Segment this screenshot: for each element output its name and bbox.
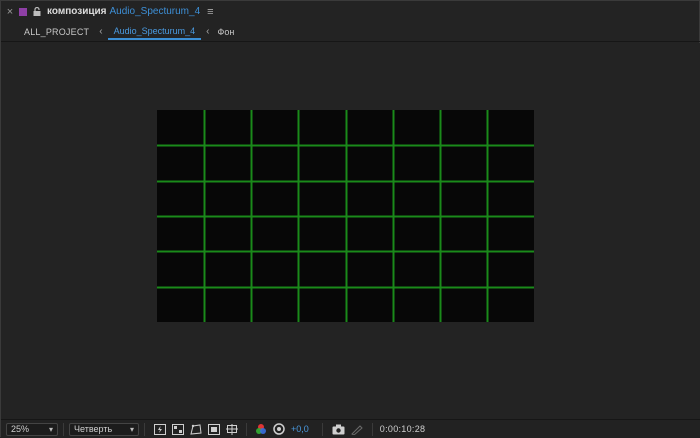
lock-icon[interactable]: [33, 7, 41, 16]
toolbar-divider: [63, 422, 64, 436]
panel-title-label: композиция: [47, 6, 107, 17]
color-channels-icon[interactable]: [254, 422, 268, 436]
resolution-value: Четверть: [74, 424, 113, 434]
transparency-grid-icon[interactable]: [171, 422, 185, 436]
toolbar-divider: [144, 422, 145, 436]
label-color-swatch[interactable]: [19, 7, 27, 16]
zoom-dropdown[interactable]: 25% ▾: [6, 422, 58, 436]
fast-preview-icon[interactable]: [153, 422, 167, 436]
grid-guides-icon[interactable]: [225, 422, 239, 436]
close-icon[interactable]: ×: [1, 6, 19, 18]
toolbar-divider: [371, 422, 373, 436]
chevron-left-icon: ‹: [206, 26, 210, 37]
toolbar-divider: [321, 422, 323, 436]
composition-panel: × композиция Audio_Specturum_4 ≡ ALL_PRO…: [0, 0, 700, 438]
panel-header: × композиция Audio_Specturum_4 ≡: [1, 1, 700, 22]
exposure-value[interactable]: +0,0: [291, 424, 309, 434]
resolution-dropdown[interactable]: Четверть ▾: [69, 422, 139, 436]
composition-viewer[interactable]: [2, 43, 700, 419]
composition-canvas[interactable]: [157, 110, 534, 322]
chevron-down-icon: ▾: [129, 424, 134, 434]
zoom-value: 25%: [11, 424, 30, 434]
panel-title-comp-name: Audio_Specturum_4: [109, 6, 201, 17]
breadcrumb: ALL_PROJECT ‹ Audio_Specturum_4 ‹ Фон: [1, 22, 700, 42]
snapshot-icon[interactable]: [332, 422, 346, 436]
breadcrumb-layer[interactable]: Фон: [217, 27, 234, 37]
show-snapshot-icon[interactable]: [350, 422, 364, 436]
viewer-toolbar: 25% ▾ Четверть ▾ +0,0 0:00:10:28: [1, 419, 700, 438]
grid-overlay: [157, 110, 534, 322]
region-of-interest-icon[interactable]: [207, 422, 221, 436]
breadcrumb-root[interactable]: ALL_PROJECT: [24, 27, 89, 37]
mask-visibility-icon[interactable]: [189, 422, 203, 436]
hamburger-menu-icon[interactable]: ≡: [207, 6, 213, 18]
breadcrumb-active-comp[interactable]: Audio_Specturum_4: [107, 24, 202, 40]
chevron-down-icon: ▾: [48, 424, 53, 434]
current-time-display[interactable]: 0:00:10:28: [380, 424, 426, 434]
toolbar-divider: [246, 422, 247, 436]
color-management-icon[interactable]: [272, 422, 286, 436]
chevron-left-icon: ‹: [99, 26, 103, 37]
